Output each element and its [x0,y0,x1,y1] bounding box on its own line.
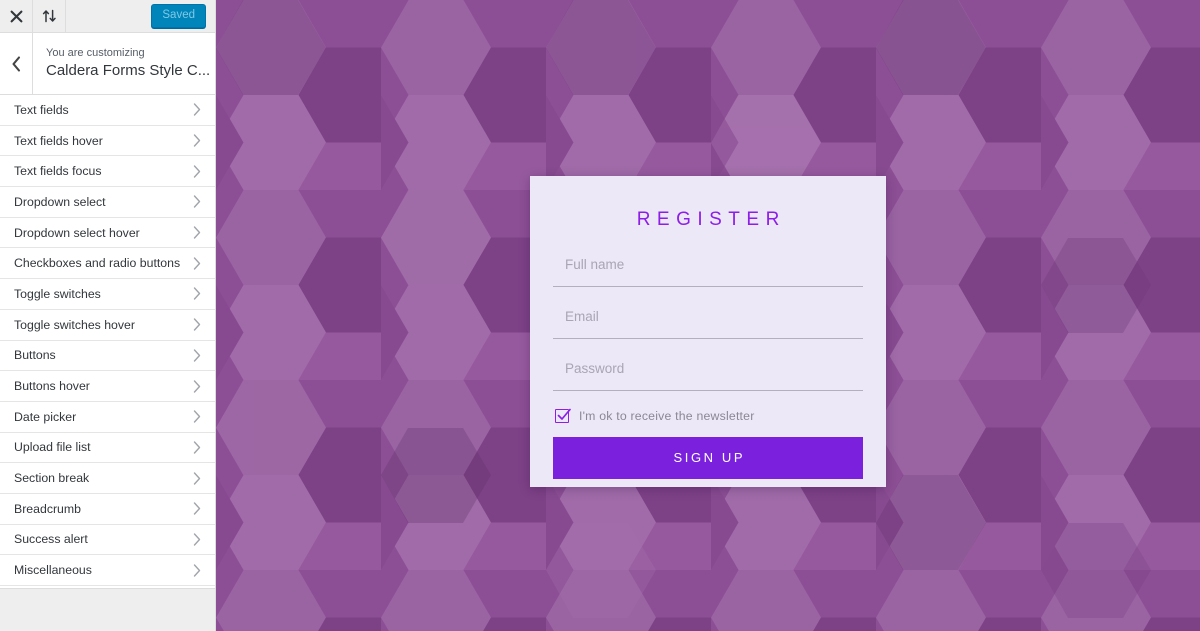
customizing-eyebrow: You are customizing [46,46,145,59]
page-title: Caldera Forms Style C... [46,62,211,80]
sidebar-item-section-break[interactable]: Section break [0,463,215,494]
sidebar-item-label: Upload file list [14,440,91,455]
sidebar-item-dropdown-select[interactable]: Dropdown select [0,187,215,218]
sidebar-item-label: Success alert [14,532,88,547]
sidebar-item-label: Text fields hover [14,133,103,148]
sidebar-item-buttons[interactable]: Buttons [0,340,215,372]
sidebar-item-label: Miscellaneous [14,563,92,578]
sidebar-item-text-fields-hover[interactable]: Text fields hover [0,125,215,157]
newsletter-checkbox[interactable] [555,408,571,423]
sidebar-item-label: Date picker [14,409,77,424]
site-preview: REGISTER I'm ok to receive the newslette… [216,0,1200,631]
chevron-right-icon [193,226,201,239]
sign-up-button[interactable]: SIGN UP [553,436,863,479]
sidebar-item-label: Dropdown select [14,194,106,209]
sidebar-item-text-fields-focus[interactable]: Text fields focus [0,156,215,188]
sidebar-item-label: Buttons hover [14,379,90,394]
newsletter-checkbox-label: I'm ok to receive the newsletter [579,408,755,423]
chevron-right-icon [193,103,201,117]
sidebar-item-label: Checkboxes and radio buttons [14,256,181,271]
email-field [553,304,863,339]
password-field [553,356,863,391]
sidebar-item-label: Buttons [14,348,56,363]
chevron-right-icon [193,502,201,515]
sidebar-item-label: Toggle switches [14,286,101,301]
form-title: REGISTER [636,209,786,230]
sidebar-item-checkboxes-and-radio-buttons[interactable]: Checkboxes and radio buttons [0,248,215,280]
sidebar-item-text-fields[interactable]: Text fields [0,95,215,126]
chevron-right-icon [193,563,201,577]
customizer-sidebar: Saved You are customizing Caldera Forms … [0,0,216,631]
chevron-left-icon[interactable] [0,33,33,94]
full-name-input[interactable] [553,253,863,279]
sidebar-item-success-alert[interactable]: Success alert [0,524,215,556]
chevron-right-icon [193,471,201,485]
chevron-right-icon [193,410,201,423]
customizer-header: You are customizing Caldera Forms Style … [0,33,215,95]
chevron-right-icon [193,195,201,209]
sidebar-item-label: Dropdown select hover [14,225,140,240]
sidebar-item-label: Breadcrumb [14,501,81,516]
customizer-header-text: You are customizing Caldera Forms Style … [33,33,210,94]
sidebar-item-date-picker[interactable]: Date picker [0,401,215,433]
sidebar-footer [0,588,215,631]
sidebar-item-upload-file-list[interactable]: Upload file list [0,432,215,464]
sidebar-item-breadcrumb[interactable]: Breadcrumb [0,493,215,525]
chevron-right-icon [193,533,201,546]
sidebar-item-miscellaneous[interactable]: Miscellaneous [0,555,215,586]
sidebar-item-dropdown-select-hover[interactable]: Dropdown select hover [0,217,215,249]
full-name-field [553,253,863,287]
chevron-right-icon [193,318,201,331]
close-icon[interactable] [0,0,33,32]
chevron-right-icon [193,287,201,301]
save-button[interactable]: Saved [151,3,206,29]
chevron-right-icon [193,349,201,362]
chevron-right-icon [193,441,201,454]
sidebar-item-toggle-switches[interactable]: Toggle switches [0,279,215,310]
register-form-card: REGISTER I'm ok to receive the newslette… [530,176,886,487]
chevron-right-icon [193,134,201,147]
chevron-right-icon [193,165,201,178]
sidebar-item-label: Section break [14,471,90,486]
up-down-arrows-icon[interactable] [33,0,66,32]
sidebar-item-buttons-hover[interactable]: Buttons hover [0,371,215,402]
email-input[interactable] [553,304,863,331]
sidebar-item-label: Text fields [14,102,69,117]
password-input[interactable] [553,356,863,383]
customizer-topbar: Saved [0,0,215,33]
sidebar-item-label: Toggle switches hover [14,317,135,332]
chevron-right-icon [193,257,201,270]
customizer-app: Saved You are customizing Caldera Forms … [0,0,1200,631]
chevron-right-icon [193,379,201,393]
checkmark-icon [557,408,571,420]
sidebar-item-toggle-switches-hover[interactable]: Toggle switches hover [0,309,215,341]
newsletter-checkbox-row: I'm ok to receive the newsletter [553,408,863,423]
customizer-panel-list: Text fields Text fields hover Text field… [0,95,215,588]
sidebar-item-label: Text fields focus [14,164,102,179]
